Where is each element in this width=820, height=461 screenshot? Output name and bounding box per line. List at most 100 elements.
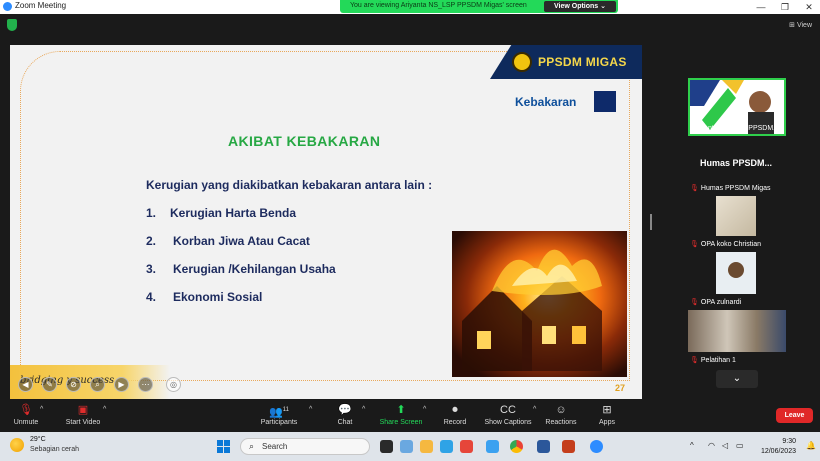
clock-date: 12/06/2023 — [760, 448, 796, 455]
show-captions-button[interactable]: CC Show Captions — [482, 400, 534, 426]
show-captions-label: Show Captions — [484, 419, 532, 426]
list-number: 1. — [146, 206, 157, 220]
close-button[interactable]: ✕ — [798, 0, 820, 14]
chat-button[interactable]: 💬 Chat — [330, 400, 360, 426]
captions-icon: CC — [500, 404, 516, 416]
view-label: View — [796, 22, 812, 29]
start-video-button[interactable]: ▣ Start Video — [60, 400, 106, 426]
participant-tile[interactable]: 🎙 OPA koko Christian — [688, 196, 786, 250]
record-icon: ⏺ — [452, 404, 458, 416]
view-button[interactable]: ⊞ View — [789, 21, 812, 29]
taskbar-clock[interactable]: 9:30 12/06/2023 — [761, 437, 796, 457]
participant-name: 🎙 Pelatihan 1 — [690, 356, 736, 364]
windows-start-icon[interactable] — [217, 440, 230, 453]
participants-label: Participants — [260, 419, 298, 426]
participant-name-text: OPA koko Christian — [700, 241, 762, 248]
list-text: Kerugian Harta Benda — [170, 206, 297, 220]
participant-video — [688, 310, 786, 352]
participant-tile[interactable]: 🎙 Pelatihan 1 — [688, 310, 786, 366]
chevron-down-icon[interactable]: ⌄ — [716, 370, 758, 388]
chrome-icon[interactable] — [510, 440, 523, 453]
chat-chevron-icon[interactable]: ^ — [362, 406, 365, 413]
share-screen-label: Share Screen — [379, 419, 423, 426]
participant-video — [716, 196, 756, 236]
zoom-tool-icon[interactable]: ⌕ — [90, 377, 105, 392]
participant-name: 🎙 Humas PPSDM Migas — [690, 184, 771, 192]
widgets-icon[interactable] — [400, 440, 413, 453]
share-screen-button[interactable]: ⬆ Share Screen — [378, 400, 424, 426]
tray-overflow-icon[interactable]: ^ — [690, 441, 694, 450]
next-slide-button[interactable]: ▶ — [114, 377, 129, 392]
participant-name: 🎙 OPA koko Christian — [690, 240, 761, 248]
ppsdm-logo-icon — [512, 52, 532, 72]
chat-label: Chat — [337, 419, 353, 426]
previous-slide-button[interactable]: ◀ — [18, 377, 33, 392]
pointer-tool-icon[interactable]: ⊘ — [66, 377, 81, 392]
list-number: 4. — [146, 290, 157, 304]
wifi-icon[interactable]: ◠ — [708, 441, 715, 450]
chat-icon: 💬 — [338, 404, 352, 416]
battery-icon[interactable]: ▭ — [736, 441, 744, 450]
participant-face — [728, 262, 744, 278]
captions-chevron-icon[interactable]: ^ — [533, 406, 536, 413]
minimize-button[interactable]: — — [750, 0, 772, 14]
pen-tool-icon[interactable]: ✎ — [42, 377, 57, 392]
section-marker — [594, 91, 616, 112]
participant-name: Ariyanta NS_LSP PPSDM... — [692, 125, 780, 132]
task-view-icon[interactable] — [380, 440, 393, 453]
reactions-button[interactable]: ☺ Reactions — [543, 400, 579, 426]
unmute-button[interactable]: 🎙 Unmute — [6, 400, 46, 426]
search-box[interactable]: ⌕ Search — [240, 438, 370, 455]
powerpoint-icon[interactable] — [562, 440, 575, 453]
participant-tile[interactable]: Ariyanta NS_LSP PPSDM... — [688, 78, 786, 136]
weather-icon[interactable] — [10, 438, 24, 452]
apps-button[interactable]: ⊞ Apps — [592, 400, 622, 426]
participant-name-text: OPA zulnardi — [700, 299, 742, 306]
audio-options-chevron-icon[interactable]: ^ — [40, 406, 43, 413]
unmute-label: Unmute — [13, 419, 39, 426]
clock-time: 9:30 — [782, 438, 796, 445]
zoom-taskbar-icon[interactable] — [590, 440, 603, 453]
panel-resize-handle[interactable] — [650, 214, 652, 230]
list-text: Kerugian /Kehilangan Usaha — [173, 262, 336, 276]
slide-page-number: 27 — [615, 383, 626, 393]
participant-tile[interactable]: 🎙 OPA zulnardi — [688, 252, 786, 308]
muted-mic-icon: 🎙 — [690, 357, 699, 364]
share-screen-icon: ⬆ — [396, 404, 406, 416]
record-label: Record — [443, 419, 467, 426]
weather-temperature[interactable]: 29°C — [30, 436, 46, 443]
notification-icon[interactable]: 🔔 — [806, 441, 816, 450]
app-icon[interactable] — [460, 440, 473, 453]
view-options-button[interactable]: View Options ⌄ — [544, 1, 616, 12]
slide-intro: Kerugian yang diakibatkan kebakaran anta… — [146, 178, 433, 192]
word-icon[interactable] — [537, 440, 550, 453]
view-options-label: View Options — [553, 3, 599, 10]
speaker-icon[interactable]: ◁ — [722, 441, 728, 450]
list-text: Ekonomi Sosial — [173, 290, 263, 304]
file-explorer-icon[interactable] — [420, 440, 433, 453]
participant-name-text: Humas PPSDM Migas — [700, 185, 771, 192]
video-options-chevron-icon[interactable]: ^ — [103, 406, 106, 413]
participant-name-text: Pelatihan 1 — [700, 357, 736, 364]
edge-browser-icon[interactable] — [440, 440, 453, 453]
more-options-icon[interactable]: ⋯ — [138, 377, 153, 392]
participants-chevron-icon[interactable]: ^ — [309, 406, 312, 413]
muted-mic-icon: 🎙 — [690, 241, 699, 248]
logo-text: PPSDM MIGAS — [538, 55, 627, 69]
viewing-screen-text: You are viewing Ariyanta NS_LSP PPSDM Mi… — [350, 2, 527, 9]
muted-mic-icon: 🎙 — [690, 299, 699, 306]
reactions-label: Reactions — [545, 419, 577, 426]
participants-button[interactable]: 👥11 Participants — [256, 400, 302, 426]
section-title: Kebakaran — [515, 95, 577, 109]
mail-icon[interactable] — [486, 440, 499, 453]
leave-button[interactable]: Leave — [776, 408, 813, 423]
reactions-icon: ☺ — [555, 404, 567, 416]
weather-condition[interactable]: Sebagian cerah — [30, 446, 79, 453]
shield-icon[interactable] — [7, 19, 17, 31]
maximize-button[interactable]: ❐ — [774, 0, 796, 14]
video-off-icon: ▣ — [77, 404, 89, 416]
share-chevron-icon[interactable]: ^ — [423, 406, 426, 413]
record-button[interactable]: ⏺ Record — [438, 400, 472, 426]
start-video-label: Start Video — [65, 419, 101, 426]
participant-tile[interactable]: Humas PPSDM... 🎙 Humas PPSDM Migas — [688, 142, 786, 194]
